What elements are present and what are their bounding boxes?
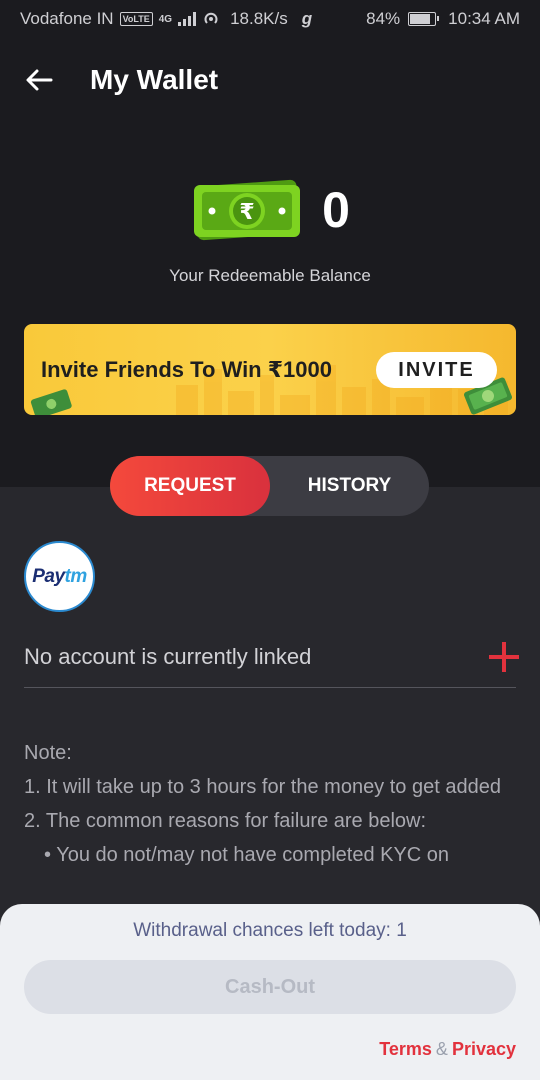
note-line-1: 1. It will take up to 3 hours for the mo…	[24, 776, 501, 798]
clock: 10:34 AM	[448, 9, 520, 28]
invite-button[interactable]: INVITE	[376, 352, 497, 388]
link-status-text: No account is currently linked	[24, 643, 312, 669]
privacy-link[interactable]: Privacy	[452, 1039, 516, 1059]
signal-icon	[178, 12, 197, 26]
cashout-sheet: Withdrawal chances left today: 1 Cash-Ou…	[0, 904, 540, 1080]
invite-banner-text: Invite Friends To Win ₹1000	[41, 357, 332, 382]
tab-switcher: REQUEST HISTORY	[110, 456, 429, 516]
header-section: Vodafone IN VoLTE 4G 18.8K/s g 84% 10:34…	[0, 0, 540, 487]
notes-section: Note: 1. It will take up to 3 hours for …	[24, 736, 504, 872]
withdrawal-chances-text: Withdrawal chances left today: 1	[133, 920, 407, 941]
back-button[interactable]	[0, 50, 84, 110]
link-account-row[interactable]: No account is currently linked	[24, 626, 519, 688]
network-speed: 18.8K/s	[230, 9, 288, 28]
tab-request[interactable]: REQUEST	[110, 456, 270, 516]
note-bullet-1: • You do not/may not have completed KYC …	[44, 844, 450, 866]
app-bar: My Wallet	[0, 50, 540, 110]
legal-links: Terms & Privacy	[379, 1039, 516, 1060]
volte-badge: VoLTE	[119, 12, 153, 26]
page-title: My Wallet	[90, 64, 219, 95]
ampersand-text: &	[435, 1039, 448, 1059]
cash-out-button[interactable]: Cash-Out	[24, 960, 516, 1014]
cash-note-left-icon	[30, 389, 72, 415]
notes-heading: Note:	[24, 742, 72, 764]
plus-icon	[489, 641, 519, 672]
status-bar: Vodafone IN VoLTE 4G 18.8K/s g 84% 10:34…	[0, 0, 540, 38]
network-gen: 4G	[158, 13, 173, 25]
terms-link[interactable]: Terms	[379, 1039, 432, 1059]
battery-icon	[408, 12, 440, 26]
rupee-cash-icon: ₹	[194, 179, 301, 241]
invite-banner[interactable]: Invite Friends To Win ₹1000 INVITE	[24, 324, 516, 415]
balance-label: Your Redeemable Balance	[169, 266, 371, 285]
app-notification-icon: g	[301, 9, 313, 28]
paytm-logo-text-pay: Pay	[32, 565, 65, 587]
battery-percent: 84%	[366, 9, 401, 28]
svg-text:₹: ₹	[239, 200, 254, 225]
paytm-logo-text-tm: tm	[64, 565, 88, 587]
balance-value: 0	[322, 182, 350, 238]
paytm-logo[interactable]: Pay tm	[24, 541, 95, 612]
tab-history[interactable]: HISTORY	[270, 456, 429, 516]
arrow-left-icon	[26, 69, 53, 91]
hotspot-icon	[204, 12, 218, 24]
balance-display: ₹ 0	[0, 170, 540, 250]
note-line-2: 2. The common reasons for failure are be…	[24, 810, 427, 832]
carrier-name: Vodafone IN	[20, 9, 114, 28]
add-account-button[interactable]	[486, 639, 522, 675]
